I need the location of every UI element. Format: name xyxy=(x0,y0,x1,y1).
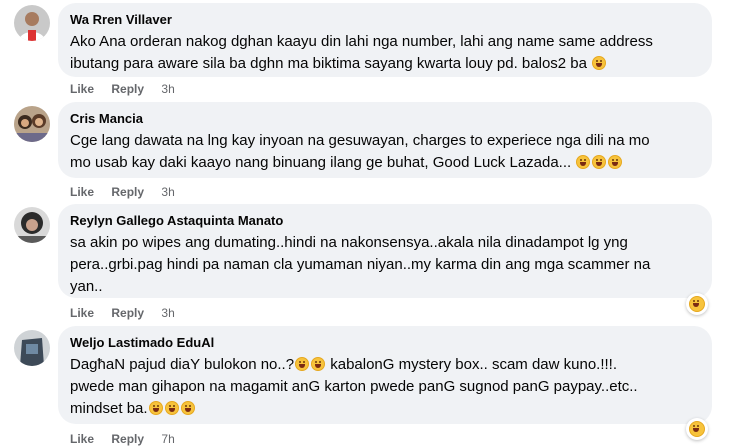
like-button[interactable]: Like xyxy=(70,82,94,96)
timestamp[interactable]: 3h xyxy=(161,185,174,199)
grinning-emoji xyxy=(608,155,623,169)
comment-author[interactable]: Wa Rren Villaver xyxy=(70,11,700,28)
laughing-emoji xyxy=(311,357,326,371)
timestamp[interactable]: 3h xyxy=(161,306,174,320)
grinning-emoji xyxy=(576,155,591,169)
comment-bubble: Weljo Lastimado EduAl DagħaN pajud diaY … xyxy=(58,326,712,424)
avatar[interactable] xyxy=(14,5,50,41)
comment-actions: Like Reply 3h xyxy=(70,184,189,200)
laughing-emoji xyxy=(592,56,607,70)
reply-button[interactable]: Reply xyxy=(111,306,144,320)
reply-button[interactable]: Reply xyxy=(111,185,144,199)
comment-bubble: Wa Rren Villaver Ako Ana orderan nakog d… xyxy=(58,3,712,77)
laughing-emoji xyxy=(689,421,705,437)
rofl-emoji xyxy=(164,401,179,415)
haha-reaction-icon[interactable] xyxy=(686,418,708,440)
comment-text: Ako Ana orderan nakog dghan kaayu din la… xyxy=(70,33,653,72)
rofl-emoji xyxy=(180,401,195,415)
timestamp[interactable]: 7h xyxy=(161,432,174,446)
laughing-emoji xyxy=(689,296,705,312)
avatar[interactable] xyxy=(14,330,50,366)
comment-author[interactable]: Weljo Lastimado EduAl xyxy=(70,334,700,351)
haha-reaction-icon[interactable] xyxy=(686,293,708,315)
comment-bubble: Cris Mancia Cge lang dawata na lng kay i… xyxy=(58,102,712,178)
timestamp[interactable]: 3h xyxy=(161,82,174,96)
grinning-emoji xyxy=(592,155,607,169)
reply-button[interactable]: Reply xyxy=(111,82,144,96)
comment-actions: Like Reply 7h xyxy=(70,431,189,447)
comment-author[interactable]: Cris Mancia xyxy=(70,110,700,127)
avatar[interactable] xyxy=(14,207,50,243)
comment-actions: Like Reply 3h xyxy=(70,81,189,97)
comment-text: sa akin po wipes ang dumating..hindi na … xyxy=(70,234,651,295)
comment-text: DagħaN pajud diaY bulokon no..? kabalonG… xyxy=(70,356,638,417)
comment-author[interactable]: Reylyn Gallego Astaquinta Manato xyxy=(70,212,700,229)
reply-button[interactable]: Reply xyxy=(111,432,144,446)
laughing-emoji xyxy=(295,357,310,371)
comment-actions: Like Reply 3h xyxy=(70,305,189,321)
like-button[interactable]: Like xyxy=(70,306,94,320)
comment-text: Cge lang dawata na lng kay inyoan na ges… xyxy=(70,132,650,171)
like-button[interactable]: Like xyxy=(70,432,94,446)
comment-bubble: Reylyn Gallego Astaquinta Manato sa akin… xyxy=(58,204,712,298)
rofl-emoji xyxy=(148,401,163,415)
avatar[interactable] xyxy=(14,106,50,142)
like-button[interactable]: Like xyxy=(70,185,94,199)
